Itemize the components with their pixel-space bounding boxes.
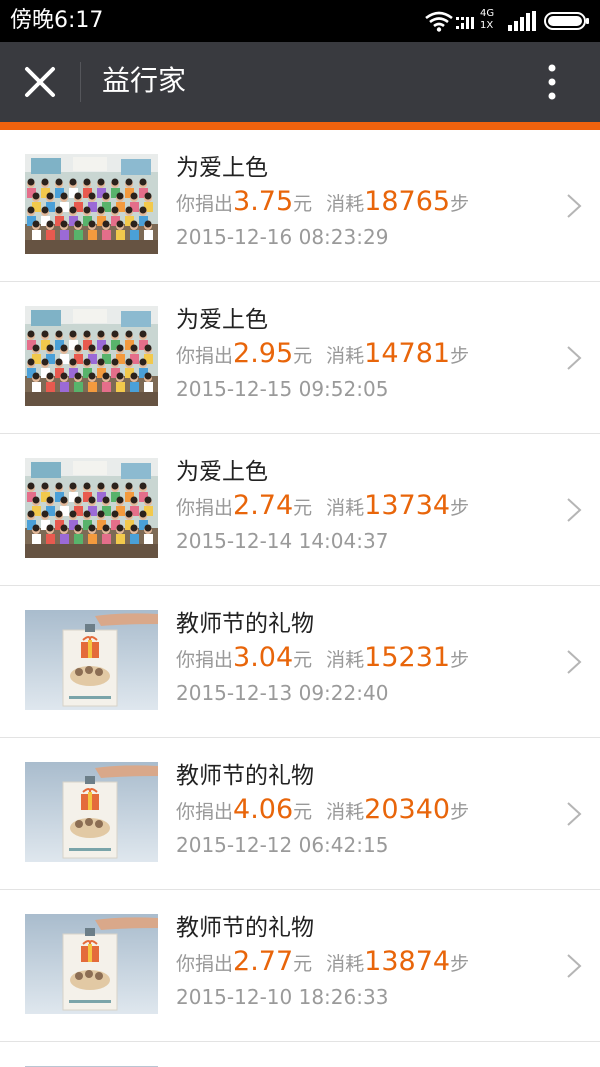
donation-list-item[interactable]: 教师节的礼物 你捐出3.04元 消耗15231步 2015-12-13 09:22… [0,586,600,738]
chevron-right-icon [567,498,582,522]
project-thumbnail [25,610,158,710]
donation-list-item-partial[interactable] [0,1042,600,1067]
project-thumbnail [25,762,158,862]
classroom-photo-icon [25,306,158,406]
donation-date: 2015-12-16 08:23:29 [176,225,389,249]
chevron-right-icon [567,346,582,370]
consume-label: 消耗 [326,345,365,367]
chevron-right-icon [567,954,582,978]
steps-unit: 步 [450,801,470,823]
more-button[interactable] [530,60,574,104]
network-4g-label: 4G [480,8,495,19]
currency-unit: 元 [293,953,313,975]
title-divider [80,62,81,102]
donate-label: 你捐出 [176,953,234,975]
consume-label: 消耗 [326,649,365,671]
step-count: 15231 [364,642,451,673]
donation-summary: 你捐出2.95元 消耗14781步 [176,336,469,375]
step-count: 20340 [364,794,451,825]
classroom-photo-icon [25,154,158,254]
steps-unit: 步 [450,649,470,671]
consume-label: 消耗 [326,497,365,519]
step-count: 13874 [364,946,451,977]
currency-unit: 元 [293,801,313,823]
project-thumbnail [25,154,158,254]
consume-label: 消耗 [326,953,365,975]
donation-summary: 你捐出2.77元 消耗13874步 [176,944,469,983]
project-title: 为爱上色 [176,459,268,485]
network-1x-label: 1X [480,20,494,31]
donation-list-item[interactable]: 教师节的礼物 你捐出2.77元 消耗13874步 2015-12-10 18:26… [0,890,600,1042]
gift-card-photo-icon [25,914,158,1014]
donate-amount: 2.95 [233,338,294,369]
donation-list: 为爱上色 你捐出3.75元 消耗18765步 2015-12-16 08:23:2… [0,130,600,1067]
chevron-right-icon [567,194,582,218]
donation-date: 2015-12-14 14:04:37 [176,529,389,553]
project-title: 为爱上色 [176,155,268,181]
steps-unit: 步 [450,345,470,367]
project-title: 教师节的礼物 [176,763,314,789]
gift-card-photo-icon [25,610,158,710]
chevron-right-icon [567,802,582,826]
donate-amount: 4.06 [233,794,294,825]
project-thumbnail [25,306,158,406]
currency-unit: 元 [293,649,313,671]
consume-label: 消耗 [326,801,365,823]
status-bar: 傍晚6:17 4G 1X [0,0,600,42]
steps-unit: 步 [450,193,470,215]
wifi-icon [425,11,453,32]
donation-list-item[interactable]: 教师节的礼物 你捐出4.06元 消耗20340步 2015-12-12 06:42… [0,738,600,890]
status-time: 傍晚6:17 [10,8,104,33]
donate-label: 你捐出 [176,345,234,367]
step-count: 18765 [364,186,451,217]
donate-label: 你捐出 [176,497,234,519]
donate-label: 你捐出 [176,801,234,823]
classroom-photo-icon [25,458,158,558]
project-title: 教师节的礼物 [176,915,314,941]
donate-label: 你捐出 [176,649,234,671]
donate-amount: 2.77 [233,946,294,977]
currency-unit: 元 [293,497,313,519]
project-thumbnail [25,458,158,558]
chevron-right-icon [567,650,582,674]
donate-amount: 2.74 [233,490,294,521]
consume-label: 消耗 [326,193,365,215]
steps-unit: 步 [450,497,470,519]
donation-summary: 你捐出2.74元 消耗13734步 [176,488,469,527]
project-title: 为爱上色 [176,307,268,333]
donate-label: 你捐出 [176,193,234,215]
title-bar: 益行家 [0,42,600,122]
project-title: 教师节的礼物 [176,611,314,637]
cellular-signal-icon [508,11,536,31]
donate-amount: 3.04 [233,642,294,673]
steps-unit: 步 [450,953,470,975]
donation-date: 2015-12-10 18:26:33 [176,985,389,1009]
currency-unit: 元 [293,345,313,367]
donation-summary: 你捐出4.06元 消耗20340步 [176,792,469,831]
more-vertical-icon [548,64,556,100]
donation-date: 2015-12-12 06:42:15 [176,833,389,857]
donation-list-item[interactable]: 为爱上色 你捐出2.74元 消耗13734步 2015-12-14 14:04:3… [0,434,600,586]
step-count: 13734 [364,490,451,521]
donate-amount: 3.75 [233,186,294,217]
currency-unit: 元 [293,193,313,215]
donation-summary: 你捐出3.04元 消耗15231步 [176,640,469,679]
network-type-icon: 4G 1X [456,8,502,33]
page-title: 益行家 [102,64,187,97]
donation-list-item[interactable]: 为爱上色 你捐出3.75元 消耗18765步 2015-12-16 08:23:2… [0,130,600,282]
step-count: 14781 [364,338,451,369]
donation-date: 2015-12-15 09:52:05 [176,377,389,401]
donation-list-item[interactable]: 为爱上色 你捐出2.95元 消耗14781步 2015-12-15 09:52:0… [0,282,600,434]
close-icon [25,67,55,97]
battery-icon [544,12,589,30]
donation-summary: 你捐出3.75元 消耗18765步 [176,184,469,223]
gift-card-photo-icon [25,762,158,862]
project-thumbnail [25,914,158,1014]
donation-date: 2015-12-13 09:22:40 [176,681,389,705]
loading-progress-bar [0,122,600,130]
close-button[interactable] [18,60,62,104]
